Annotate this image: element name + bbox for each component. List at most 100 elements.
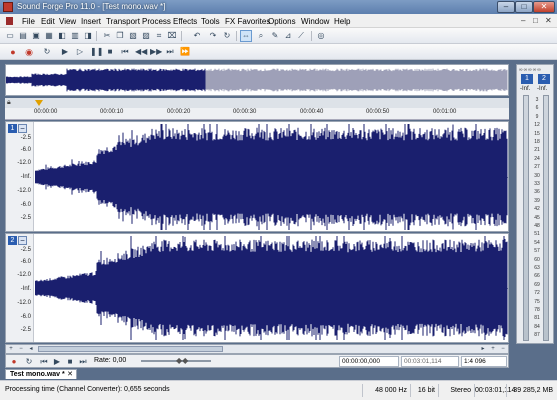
pause-icon[interactable]: ❚❚ — [90, 47, 103, 57]
sample-rate[interactable]: 48 000 Hz — [362, 384, 410, 397]
record-icon[interactable]: ● — [8, 47, 18, 57]
play-icon[interactable]: ▷ — [75, 47, 85, 57]
channel-mode[interactable]: Stereo — [438, 384, 474, 397]
save-all-icon[interactable]: ▦ — [44, 31, 54, 41]
rate-slider-thumb[interactable]: ◆◆ — [176, 356, 188, 365]
playback-marker[interactable] — [35, 100, 43, 106]
scroll-thumb[interactable] — [38, 346, 223, 352]
maximize-button[interactable]: □ — [515, 1, 533, 13]
meter-channel-1-badge[interactable]: 1 — [521, 74, 533, 84]
stop-icon[interactable]: ■ — [105, 47, 115, 57]
minimize-button[interactable]: – — [497, 1, 515, 13]
loop-icon[interactable]: ↻ — [24, 357, 34, 367]
play-all-icon[interactable]: ▶ — [60, 47, 70, 57]
go-end-icon[interactable]: ⏭ — [78, 357, 88, 367]
open-icon[interactable]: ▤ — [18, 31, 28, 41]
menu-options[interactable]: Options — [268, 17, 296, 26]
meter-scale-label: 18 — [534, 139, 540, 145]
document-tab[interactable]: Test mono.wav * ✕ — [5, 369, 77, 379]
scroll-right-icon[interactable]: ▸ — [478, 345, 488, 353]
event-tool-icon[interactable]: ⊿ — [283, 31, 293, 41]
menu-effects[interactable]: Effects — [173, 17, 197, 26]
channel-1-waveform — [35, 124, 508, 230]
rewind-icon[interactable]: ◀◀ — [135, 47, 147, 57]
doc-minimize-button[interactable]: – — [521, 16, 525, 25]
channel-1-waveform-area[interactable] — [35, 122, 508, 231]
redo-icon[interactable]: ↷ — [208, 31, 218, 41]
properties-icon[interactable]: ◧ — [57, 31, 67, 41]
pencil-tool-icon[interactable]: ✎ — [270, 31, 280, 41]
waveform-overview[interactable] — [5, 64, 509, 96]
go-start-icon[interactable]: ⏮ — [39, 357, 49, 367]
meter-channel-2-badge[interactable]: 2 — [538, 74, 550, 84]
menu-edit[interactable]: Edit — [41, 17, 55, 26]
cursor-position-field[interactable]: 00:00:00,000 — [339, 356, 399, 367]
cut-icon[interactable]: ✂ — [102, 31, 112, 41]
marker-bar[interactable]: 🔒︎ — [5, 98, 509, 108]
save-icon[interactable]: ▣ — [31, 31, 41, 41]
zoom-ratio-field[interactable]: 1:4 096 — [461, 356, 507, 367]
meter-scale-label: 24 — [534, 155, 540, 162]
channel-2-collapse-button[interactable]: − — [18, 236, 27, 245]
cd-tool-icon[interactable]: ◎ — [316, 31, 326, 41]
menu-help[interactable]: Help — [334, 17, 350, 26]
edit-tool-icon[interactable]: ⇔ — [240, 30, 252, 42]
magnify-tool-icon[interactable]: ⌕ — [256, 31, 266, 41]
doc-restore-button[interactable]: □ — [533, 16, 538, 25]
menu-tools[interactable]: Tools — [201, 17, 220, 26]
lock-icon[interactable]: 🔒︎ — [7, 99, 11, 107]
record-icon[interactable]: ● — [9, 357, 19, 367]
zoom-in-vertical-icon[interactable]: + — [488, 345, 498, 353]
go-start-icon[interactable]: ⏮ — [120, 47, 130, 57]
new-icon[interactable]: ▭ — [5, 31, 15, 41]
undo-icon[interactable]: ↶ — [192, 31, 202, 41]
meter-scale-label: 36 — [534, 189, 540, 196]
bit-depth[interactable]: 16 bit — [410, 384, 438, 397]
repeat-icon[interactable]: ↻ — [222, 31, 232, 41]
menu-process[interactable]: Process — [142, 17, 171, 26]
document-tab-close-icon[interactable]: ✕ — [67, 370, 73, 379]
crop-icon[interactable]: ⌗ — [154, 31, 164, 41]
menu-insert[interactable]: Insert — [81, 17, 101, 26]
play-icon[interactable]: ▶ — [52, 357, 62, 367]
menu-window[interactable]: Window — [301, 17, 329, 26]
menu-file[interactable]: File — [22, 17, 35, 26]
envelope-tool-icon[interactable]: ⟋ — [296, 31, 306, 41]
print-icon[interactable]: ◨ — [83, 31, 93, 41]
render-icon[interactable]: ▥ — [70, 31, 80, 41]
menu-fx-favorites[interactable]: FX Favorites — [225, 17, 270, 26]
channel-1-collapse-button[interactable]: − — [18, 124, 27, 133]
go-end-icon[interactable]: ⏭ — [165, 47, 175, 57]
zoom-in-icon[interactable]: + — [6, 345, 16, 353]
ruler-tick: 00:00:10 — [100, 109, 124, 115]
stop-icon[interactable]: ■ — [65, 357, 75, 367]
channel-2-badge[interactable]: 2 — [8, 236, 17, 245]
scroll-left-icon[interactable]: ◂ — [26, 345, 36, 353]
close-button[interactable]: ✕ — [533, 1, 555, 13]
zoom-out-vertical-icon[interactable]: − — [498, 345, 508, 353]
trim-icon[interactable]: ⌧ — [167, 31, 177, 41]
playback-meter[interactable]: ∞∞∞∞∞ 1 2 -Inf. -Inf. 3 6 9 12 15 18 21 24 27 30 3… — [516, 64, 554, 344]
mix-icon[interactable]: ▨ — [141, 31, 151, 41]
loop-icon[interactable]: ↻ — [42, 47, 52, 57]
document-icon[interactable] — [6, 17, 13, 25]
menu-transport[interactable]: Transport — [106, 17, 140, 26]
record-arm-icon[interactable]: ◉ — [24, 47, 34, 57]
meter-scale-label: 30 — [534, 172, 540, 179]
waveform-path — [35, 236, 508, 340]
zoom-out-icon[interactable]: − — [16, 345, 26, 353]
time-ruler[interactable]: 00:00:00 00:00:10 00:00:20 00:00:30 00:0… — [5, 108, 509, 120]
length-field: 00:03:01,114 — [401, 356, 459, 367]
meter-bar-1 — [523, 95, 529, 341]
channel-2-waveform-area[interactable] — [35, 234, 508, 342]
doc-close-button[interactable]: ✕ — [545, 16, 552, 25]
menu-view[interactable]: View — [59, 17, 76, 26]
channel-1-badge[interactable]: 1 — [8, 124, 17, 133]
meter-peak-2: -Inf. — [537, 86, 548, 92]
horizontal-scrollbar[interactable]: + − ◂ ▸ + − — [5, 344, 509, 354]
copy-icon[interactable]: ❐ — [115, 31, 125, 41]
next-marker-icon[interactable]: ⏩ — [180, 47, 190, 57]
forward-icon[interactable]: ▶▶ — [150, 47, 162, 57]
channel-1-gutter: 1 − -2.5 -6.0 -12.0 -Inf. -12.0 -6.0 -2.… — [6, 122, 34, 231]
paste-icon[interactable]: ▧ — [128, 31, 138, 41]
